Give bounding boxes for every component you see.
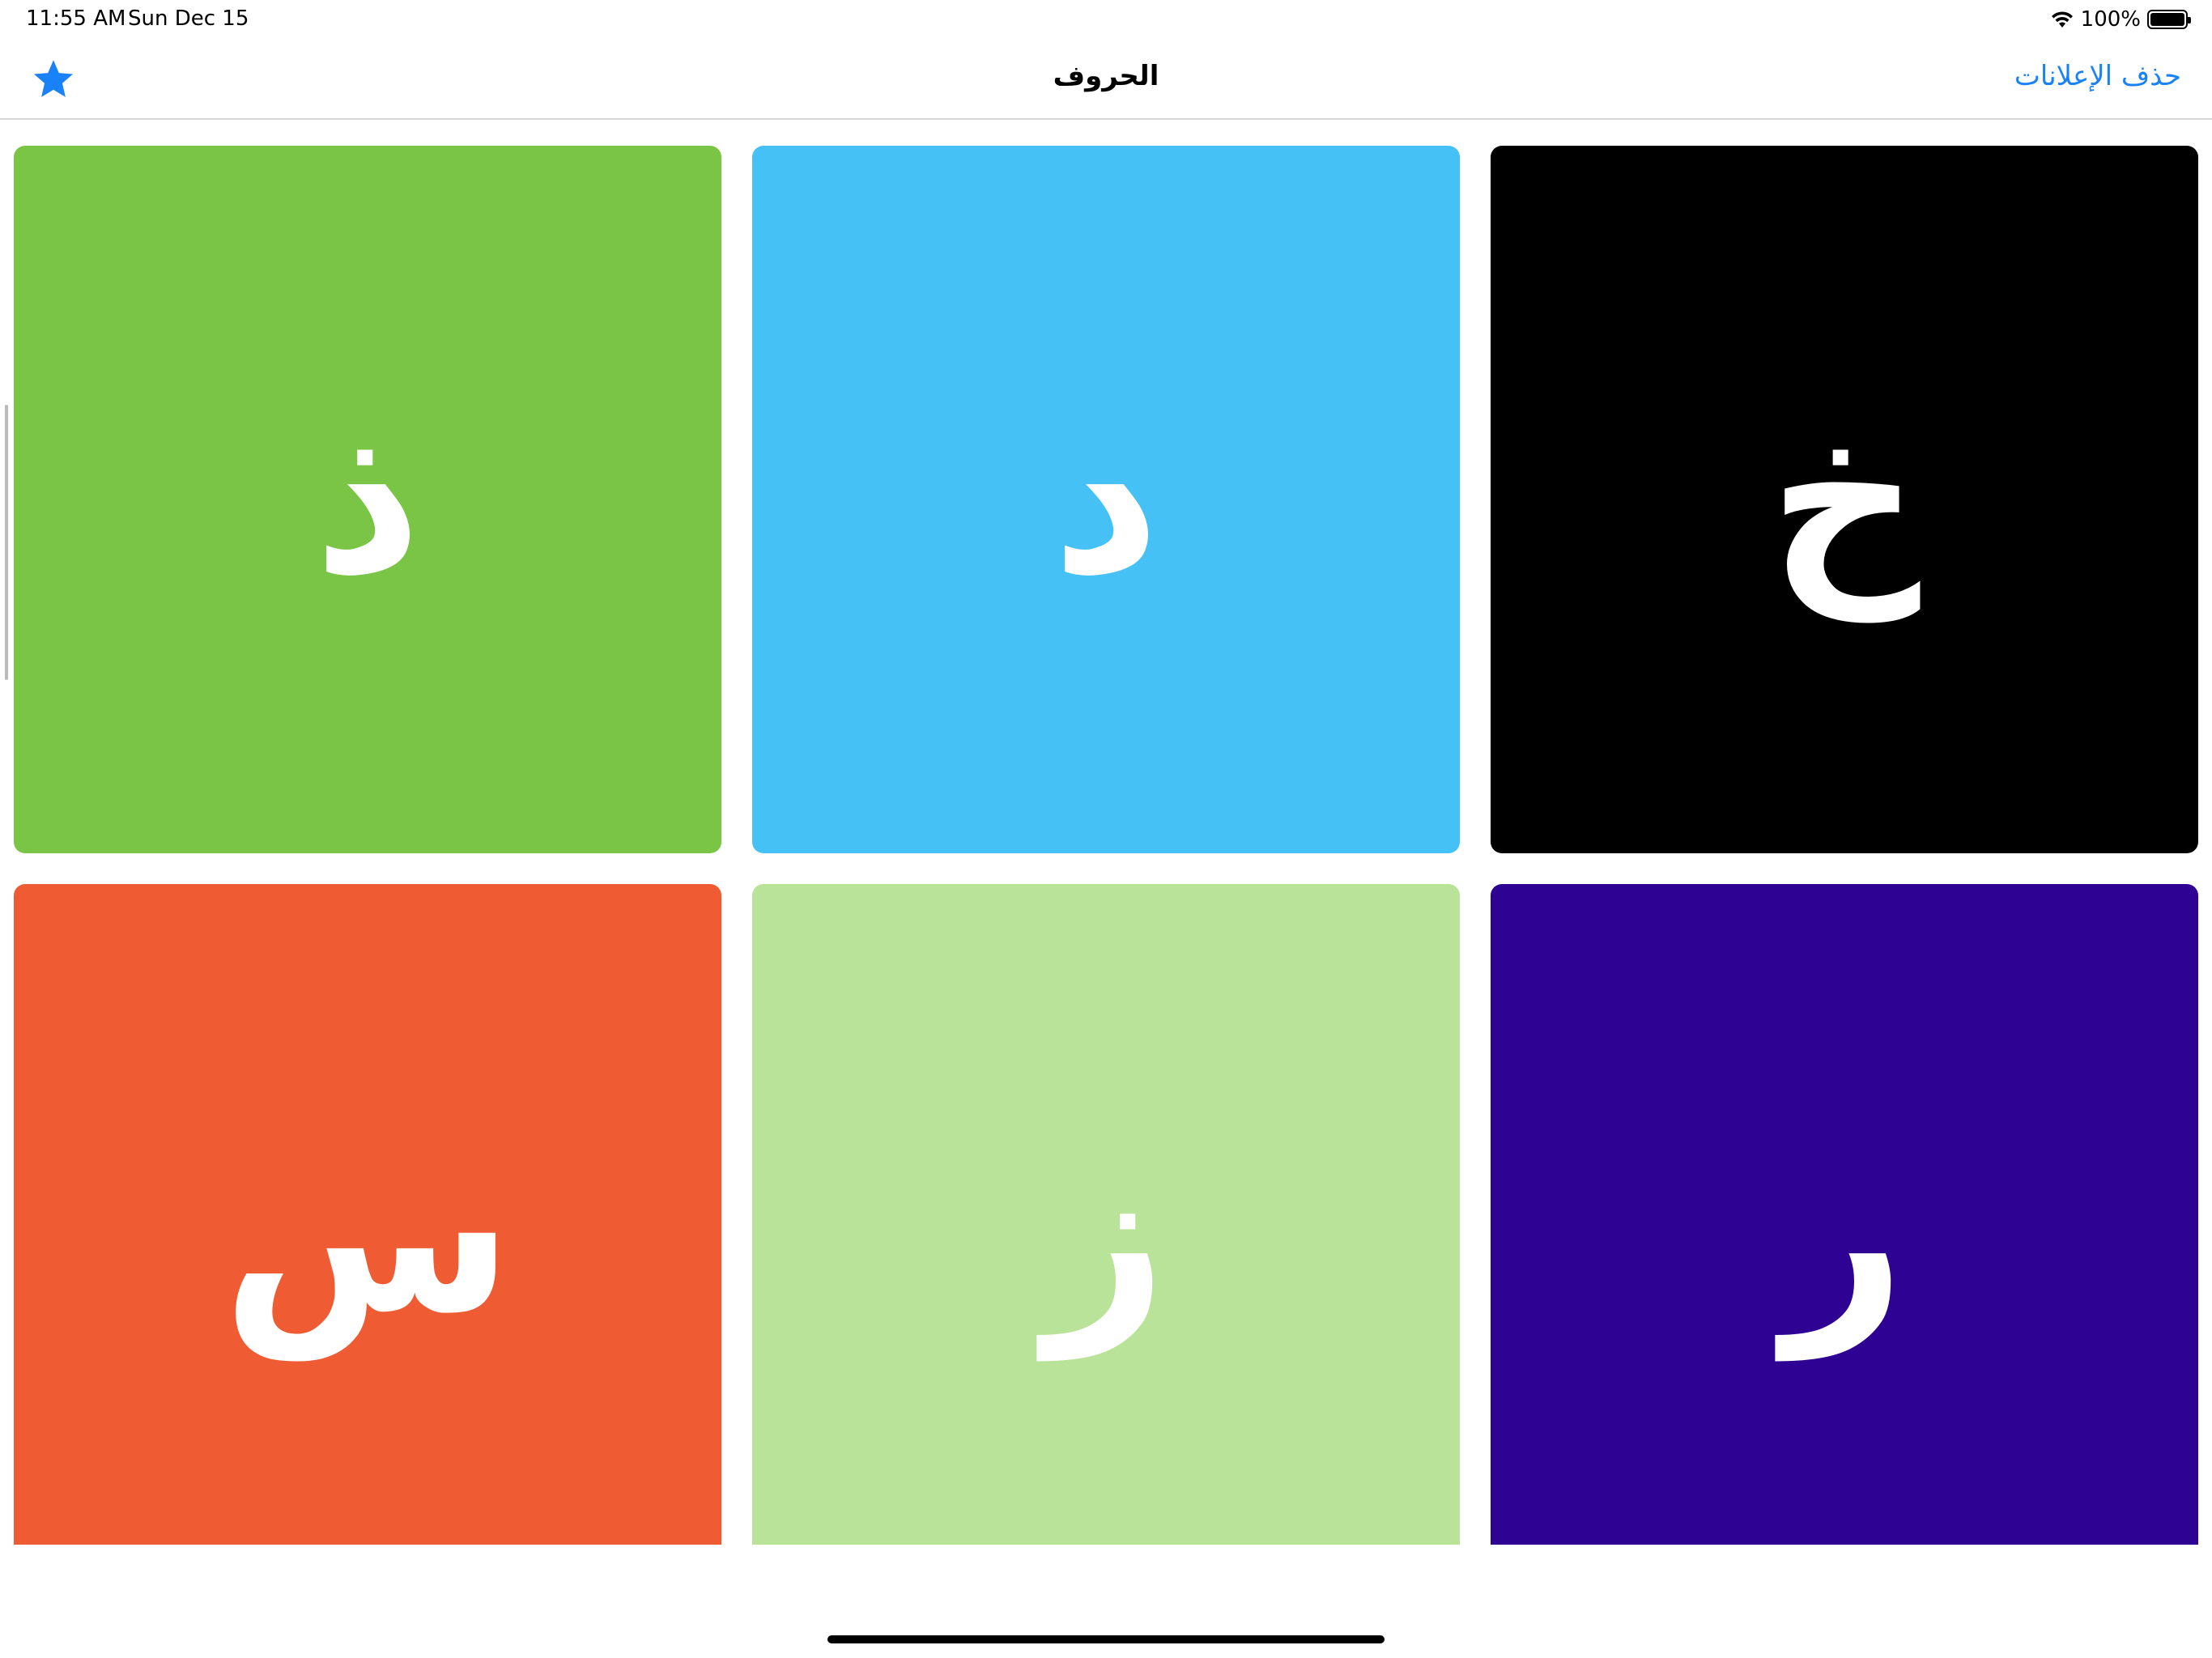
letter-card[interactable]: ر	[1491, 884, 2198, 1545]
page-title: الحروف	[1053, 60, 1159, 92]
battery-fill	[2150, 13, 2184, 26]
navigation-bar: الحروف حذف الإعلانات	[0, 40, 2212, 120]
letter-glyph: خ	[1768, 377, 1921, 622]
home-indicator[interactable]	[827, 1635, 1385, 1643]
letter-glyph: ذ	[313, 377, 422, 622]
battery-percent: 100%	[2080, 7, 2141, 32]
remove-ads-button[interactable]: حذف الإعلانات	[2014, 60, 2181, 92]
letter-card[interactable]: ذ	[14, 146, 721, 853]
letter-card[interactable]: د	[752, 146, 1460, 853]
battery-icon	[2147, 10, 2191, 29]
status-time: 11:55 AM	[26, 6, 126, 31]
wifi-icon	[2051, 11, 2073, 28]
status-date: Sun Dec 15	[128, 6, 249, 31]
letter-card[interactable]: خ	[1491, 146, 2198, 853]
status-bar: 11:55 AM Sun Dec 15 100%	[0, 0, 2212, 39]
letter-glyph: ر	[1784, 1116, 1905, 1360]
letter-card[interactable]: س	[14, 884, 721, 1545]
status-indicators: 100%	[2050, 6, 2191, 32]
letter-glyph: ز	[1045, 1116, 1167, 1360]
letters-grid: ذ د خ س ز ر	[0, 120, 2212, 1545]
letter-card[interactable]: ز	[752, 884, 1460, 1545]
letter-glyph: س	[222, 1116, 513, 1360]
letter-glyph: د	[1052, 377, 1160, 622]
